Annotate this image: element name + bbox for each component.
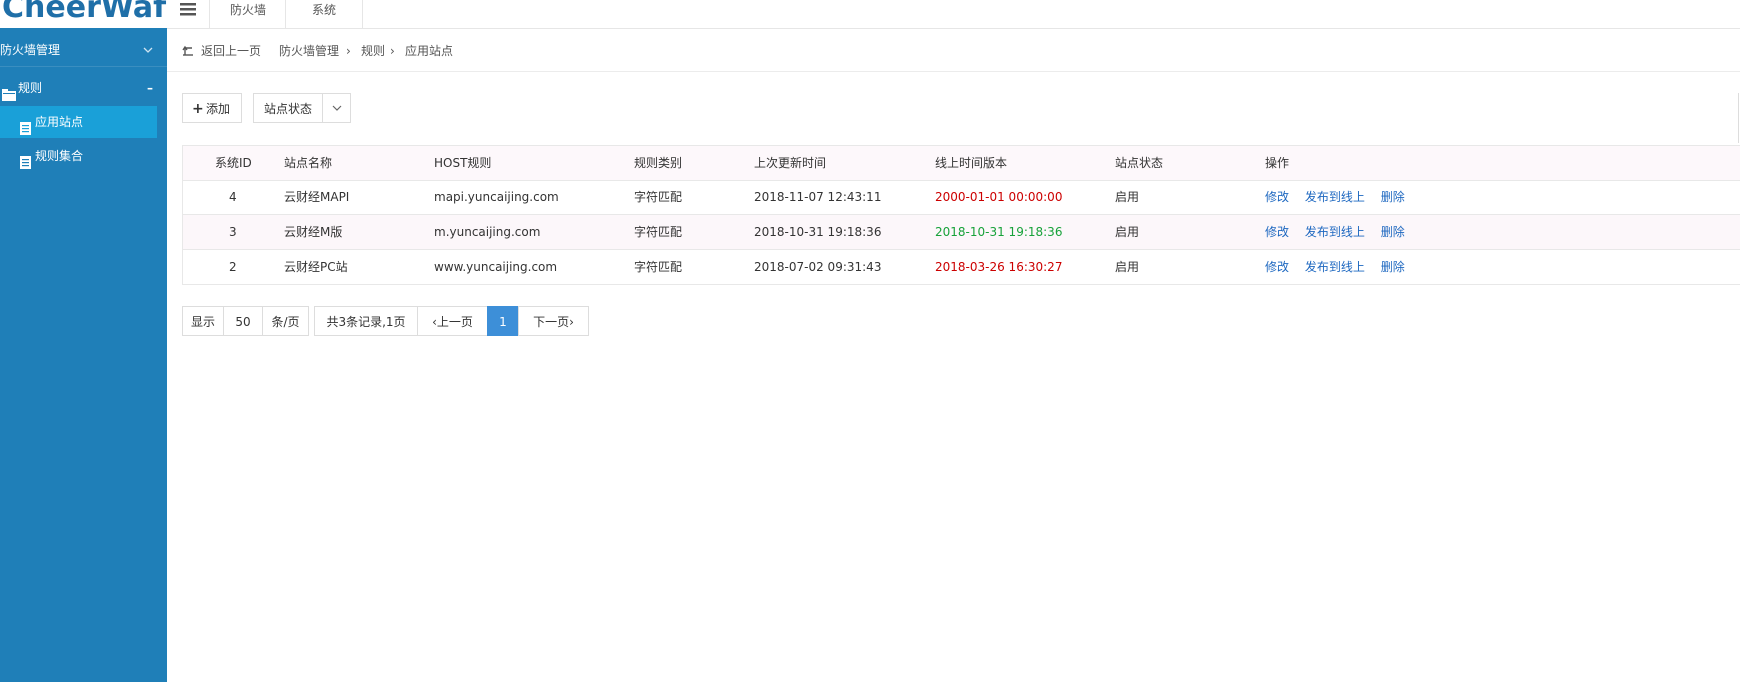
online-version: 2018-03-26 16:30:27 [935, 260, 1063, 274]
collapse-icon: – [147, 81, 153, 95]
table-row: 2 云财经PC站 www.yuncaijing.com 字符匹配 2018-07… [182, 250, 1740, 285]
host-rule: www.yuncaijing.com [434, 260, 558, 274]
publish-online-link[interactable]: 发布到线上 [1305, 190, 1365, 204]
publish-online-link[interactable]: 发布到线上 [1305, 260, 1365, 274]
column-header: 上次更新时间 [754, 156, 827, 170]
sidebar-group-label: 防火墙管理 [0, 43, 61, 57]
rule-type: 字符匹配 [634, 190, 683, 204]
site-id: 3 [229, 225, 237, 239]
row-actions: 修改 发布到线上 删除 [1265, 215, 1417, 249]
column-header: 线上时间版本 [935, 156, 1008, 170]
sidebar: 防火墙管理 规则 – 应用站点 规则集合 [0, 28, 167, 682]
app-logo: CheerWaf [2, 0, 167, 25]
total-records-label: 共3条记录,1页 [314, 306, 418, 336]
topnav-system[interactable]: 系统 [285, 0, 363, 28]
rule-type: 字符匹配 [634, 260, 683, 274]
topnav-firewall[interactable]: 防火墙 [209, 0, 286, 28]
breadcrumb-separator-icon: › [390, 44, 395, 58]
column-header: 操作 [1265, 156, 1290, 170]
host-rule: m.yuncaijing.com [434, 225, 541, 239]
sidebar-item-app-sites[interactable]: 应用站点 [0, 106, 157, 138]
sidebar-group-rules[interactable]: 规则 – [0, 72, 167, 104]
page-size-input[interactable]: 50 [223, 306, 263, 336]
top-bar: CheerWaf 防火墙 系统 [0, 0, 1740, 29]
site-status: 启用 [1115, 190, 1140, 204]
host-rule: mapi.yuncaijing.com [434, 190, 559, 204]
divider [167, 71, 1740, 72]
plus-icon: + [192, 101, 204, 117]
site-name: 云财经MAPI [284, 190, 350, 204]
next-page-button[interactable]: 下一页› [518, 306, 589, 336]
sidebar-group-label: 规则 [18, 81, 43, 95]
edit-link[interactable]: 修改 [1265, 225, 1289, 239]
breadcrumb-separator-icon: › [346, 44, 351, 58]
edit-link[interactable]: 修改 [1265, 260, 1289, 274]
site-id: 4 [229, 190, 237, 204]
divider [1738, 93, 1739, 143]
document-icon [20, 149, 31, 181]
column-header: 系统ID [215, 156, 252, 170]
column-header: 站点状态 [1115, 156, 1164, 170]
site-name: 云财经M版 [284, 225, 343, 239]
last-updated: 2018-11-07 12:43:11 [754, 190, 882, 204]
current-page-button[interactable]: 1 [487, 306, 519, 336]
site-status: 启用 [1115, 225, 1140, 239]
row-actions: 修改 发布到线上 删除 [1265, 180, 1417, 214]
page-size-label: 显示 [182, 306, 224, 336]
table-row: 3 云财经M版 m.yuncaijing.com 字符匹配 2018-10-31… [182, 215, 1740, 250]
table-row: 4 云财经MAPI mapi.yuncaijing.com 字符匹配 2018-… [182, 180, 1740, 215]
sidebar-item-label: 应用站点 [35, 115, 84, 129]
delete-link[interactable]: 删除 [1381, 190, 1405, 204]
breadcrumb-item-firewall-management[interactable]: 防火墙管理 [279, 42, 339, 60]
page-size-unit: 条/页 [262, 306, 309, 336]
table-header: 系统ID 站点名称 HOST规则 规则类别 上次更新时间 线上时间版本 站点状态… [182, 145, 1740, 181]
back-link[interactable]: 返回上一页 [201, 42, 261, 60]
breadcrumb-item-rules[interactable]: 规则 [361, 42, 385, 60]
online-version: 2000-01-01 00:00:00 [935, 190, 1063, 204]
menu-toggle-icon[interactable] [167, 0, 209, 28]
site-status-dropdown[interactable]: 站点状态 [253, 93, 351, 123]
add-button[interactable]: + 添加 [182, 93, 242, 123]
site-status: 启用 [1115, 260, 1140, 274]
chevron-down-icon [331, 94, 343, 133]
rule-type: 字符匹配 [634, 225, 683, 239]
previous-page-button[interactable]: ‹上一页 [417, 306, 488, 336]
online-version: 2018-10-31 19:18:36 [935, 225, 1063, 239]
row-actions: 修改 发布到线上 删除 [1265, 250, 1417, 284]
delete-link[interactable]: 删除 [1381, 225, 1405, 239]
last-updated: 2018-07-02 09:31:43 [754, 260, 882, 274]
sidebar-item-rule-sets[interactable]: 规则集合 [0, 140, 157, 172]
sidebar-item-label: 规则集合 [35, 149, 84, 163]
column-header: 站点名称 [284, 156, 333, 170]
publish-online-link[interactable]: 发布到线上 [1305, 225, 1365, 239]
breadcrumb-item-current: 应用站点 [405, 44, 454, 58]
back-icon[interactable] [182, 42, 194, 65]
site-name: 云财经PC站 [284, 260, 348, 274]
column-header: HOST规则 [434, 156, 492, 170]
site-id: 2 [229, 260, 237, 274]
edit-link[interactable]: 修改 [1265, 190, 1289, 204]
sidebar-group-firewall-management[interactable]: 防火墙管理 [0, 34, 167, 67]
divider [322, 94, 323, 122]
last-updated: 2018-10-31 19:18:36 [754, 225, 882, 239]
delete-link[interactable]: 删除 [1381, 260, 1405, 274]
column-header: 规则类别 [634, 156, 683, 170]
